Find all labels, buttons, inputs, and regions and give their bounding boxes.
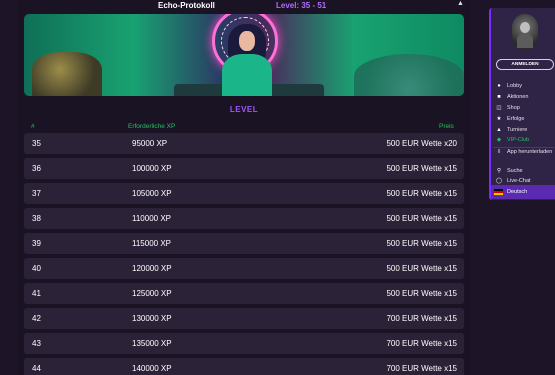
sidebar-item-label: App herunterladen: [507, 149, 553, 155]
gift-icon: ■: [497, 93, 501, 100]
search-icon: ⚲: [496, 167, 502, 174]
avatar-head-shape: [520, 22, 530, 33]
trophy-icon: ★: [496, 115, 502, 122]
column-header-prize: Preis: [439, 123, 454, 130]
row-prize: 500 EUR Wette x15: [386, 189, 457, 198]
row-prize: 500 EUR Wette x20: [386, 139, 457, 148]
sidebar-item-label: Live-Chat: [507, 177, 531, 184]
diamond-icon: ◆: [496, 136, 502, 143]
table-row: 42 130000 XP 700 EUR Wette x15: [24, 308, 464, 329]
row-xp: 120000 XP: [132, 264, 172, 273]
language-label: Deutsch: [507, 189, 528, 195]
table-row: 40 120000 XP 500 EUR Wette x15: [24, 258, 464, 279]
page-header: Echo-Protokoll Level: 35 - 51 ▲: [18, 0, 470, 12]
main-content: Echo-Protokoll Level: 35 - 51 ▲ LEVEL # …: [18, 0, 470, 375]
sidebar-item-label: Shop: [507, 104, 520, 111]
row-prize: 700 EUR Wette x15: [386, 364, 457, 373]
table-row: 41 125000 XP 500 EUR Wette x15: [24, 283, 464, 304]
row-xp: 95000 XP: [132, 139, 168, 148]
row-level: 44: [32, 364, 41, 373]
row-prize: 500 EUR Wette x15: [386, 289, 457, 298]
coin-pile-image: [32, 52, 102, 96]
page-title: Echo-Protokoll: [158, 1, 215, 10]
sidebar-item-aktionen[interactable]: ■ Aktionen: [495, 92, 555, 101]
sidebar-item-label: Turniere: [507, 126, 528, 133]
language-selector[interactable]: Deutsch: [491, 185, 555, 199]
sidebar-item-live-chat[interactable]: ◯ Live-Chat: [495, 176, 555, 185]
cloud-image: [354, 54, 464, 96]
promo-banner: [24, 14, 464, 96]
row-level: 38: [32, 214, 41, 223]
row-level: 42: [32, 314, 41, 323]
sidebar-item-erfolge[interactable]: ★ Erfolge: [495, 114, 555, 123]
sidebar-item-turniere[interactable]: ▲ Turniere: [495, 125, 555, 134]
section-heading: LEVEL: [229, 105, 259, 114]
table-row: 35 95000 XP 500 EUR Wette x20: [24, 133, 464, 154]
column-header-number: #: [31, 123, 35, 130]
row-level: 39: [32, 239, 41, 248]
character-body-image: [222, 54, 272, 96]
table-row: 44 140000 XP 700 EUR Wette x15: [24, 358, 464, 375]
row-prize: 700 EUR Wette x15: [386, 314, 457, 323]
sidebar: ANMELDEN ● Lobby ■ Aktionen ◫ Shop ★ Erf…: [489, 8, 555, 200]
row-xp: 110000 XP: [132, 214, 171, 223]
german-flag-icon: [494, 189, 503, 195]
table-row: 37 105000 XP 500 EUR Wette x15: [24, 183, 464, 204]
sidebar-item-vip-club[interactable]: ◆ VIP-Club: [495, 135, 555, 144]
sidebar-item-suche[interactable]: ⚲ Suche: [495, 166, 555, 175]
sidebar-item-label: Lobby: [507, 82, 522, 89]
character-face-image: [239, 31, 255, 51]
avatar-body-shape: [517, 34, 533, 48]
sidebar-item-label: Aktionen: [507, 93, 529, 100]
login-button[interactable]: ANMELDEN: [496, 59, 554, 70]
row-level: 35: [32, 139, 41, 148]
sidebar-item-app-download[interactable]: ⇩ App herunterladen: [495, 149, 555, 163]
row-prize: 500 EUR Wette x15: [386, 264, 457, 273]
row-prize: 700 EUR Wette x15: [386, 339, 457, 348]
row-xp: 100000 XP: [132, 164, 172, 173]
row-level: 40: [32, 264, 41, 273]
column-header-xp: Erforderliche XP: [128, 123, 176, 130]
table-row: 38 110000 XP 500 EUR Wette x15: [24, 208, 464, 229]
sidebar-item-label: Erfolge: [507, 115, 525, 122]
sidebar-item-shop[interactable]: ◫ Shop: [495, 103, 555, 112]
row-prize: 500 EUR Wette x15: [386, 239, 457, 248]
row-prize: 500 EUR Wette x15: [386, 214, 457, 223]
sidebar-divider: [494, 147, 554, 148]
row-level: 41: [32, 289, 41, 298]
row-xp: 140000 XP: [132, 364, 172, 373]
chat-icon: ◯: [495, 177, 503, 184]
avatar[interactable]: [512, 14, 538, 50]
table-row: 36 100000 XP 500 EUR Wette x15: [24, 158, 464, 179]
row-prize: 500 EUR Wette x15: [386, 164, 457, 173]
download-icon: ⇩: [496, 149, 502, 155]
sidebar-item-label: VIP-Club: [507, 136, 530, 143]
row-level: 37: [32, 189, 41, 198]
cart-icon: ◫: [496, 104, 502, 111]
gamepad-icon: ●: [497, 82, 501, 89]
row-level: 36: [32, 164, 41, 173]
row-xp: 115000 XP: [132, 239, 171, 248]
tournament-icon: ▲: [496, 126, 502, 133]
table-row: 39 115000 XP 500 EUR Wette x15: [24, 233, 464, 254]
row-level: 43: [32, 339, 41, 348]
row-xp: 130000 XP: [132, 314, 172, 323]
row-xp: 105000 XP: [132, 189, 172, 198]
table-row: 43 135000 XP 700 EUR Wette x15: [24, 333, 464, 354]
row-xp: 135000 XP: [132, 339, 172, 348]
sidebar-item-lobby[interactable]: ● Lobby: [495, 81, 555, 90]
level-range: Level: 35 - 51: [276, 1, 327, 10]
sidebar-item-label: Suche: [507, 167, 523, 174]
row-xp: 125000 XP: [132, 289, 172, 298]
chevron-up-icon[interactable]: ▲: [457, 0, 464, 7]
